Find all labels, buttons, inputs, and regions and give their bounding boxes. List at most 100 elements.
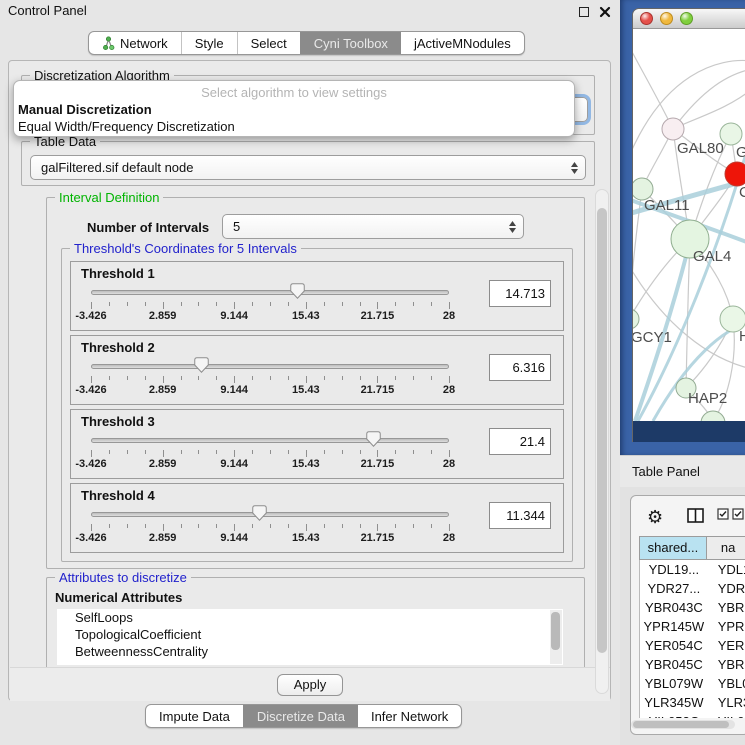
threshold-slider-track[interactable]	[91, 438, 449, 443]
network-edge[interactable]	[673, 69, 745, 129]
attribute-item[interactable]: TopologicalCoefficient	[57, 626, 563, 643]
network-edge[interactable]	[633, 44, 673, 129]
network-window-titlebar	[633, 9, 745, 29]
table-data-value: galFiltered.sif default node	[41, 160, 193, 175]
panel-scrollbar[interactable]	[595, 189, 609, 694]
cell-name[interactable]: YER05	[708, 636, 745, 655]
apply-bar: Apply	[10, 667, 610, 701]
hscrollbar-thumb[interactable]	[633, 721, 729, 728]
table-row[interactable]: YBL079W YBL07	[640, 674, 745, 693]
column-header-name[interactable]: na	[707, 536, 745, 560]
threshold-slider-track[interactable]	[91, 290, 449, 295]
table-row[interactable]: YDR27... YDR27	[640, 579, 745, 598]
network-node[interactable]	[633, 309, 639, 329]
threshold-slider-track[interactable]	[91, 364, 449, 369]
gear-icon[interactable]: ⚙	[647, 508, 663, 528]
attribute-item[interactable]: BetweennessCentrality	[57, 643, 563, 660]
cell-shared-name[interactable]: YIL052C	[640, 712, 708, 718]
group-label: Interval Definition	[55, 190, 163, 205]
table-row[interactable]: YBR045C YBR04	[640, 655, 745, 674]
intervals-value: 5	[233, 219, 240, 234]
cell-shared-name[interactable]: YER054C	[640, 636, 708, 655]
threshold-slider-thumb[interactable]	[252, 505, 267, 521]
numerical-attributes-list[interactable]: SelfLoopsTopologicalCoefficientBetweenne…	[57, 609, 563, 665]
cell-shared-name[interactable]: YBL079W	[640, 674, 708, 693]
tab-jactivemnodules[interactable]: jActiveMNodules	[401, 32, 524, 54]
threshold-label: Threshold 2	[81, 340, 155, 355]
desktop-background: GAL80GCGAL11GAL4GCY1HHAP2	[620, 0, 745, 455]
number-of-intervals-select[interactable]: 5	[222, 214, 524, 239]
table-row[interactable]: YIL052C YIL05	[640, 712, 745, 718]
threshold-slider-track[interactable]	[91, 512, 449, 517]
split-columns-icon[interactable]	[687, 508, 704, 523]
threshold-slider-thumb[interactable]	[194, 357, 209, 373]
checkbox-icon[interactable]	[717, 508, 729, 520]
cell-name[interactable]: YPR14	[708, 617, 745, 636]
tab-impute-data[interactable]: Impute Data	[146, 705, 243, 727]
cell-shared-name[interactable]: YBR043C	[640, 598, 708, 617]
close-icon[interactable]	[599, 6, 611, 18]
table-row[interactable]: YDL19... YDL19	[640, 560, 745, 579]
cell-name[interactable]: YDR27	[708, 579, 745, 598]
interval-definition-group: Interval Definition Number of Intervals …	[46, 197, 585, 569]
table-row[interactable]: YER054C YER05	[640, 636, 745, 655]
cell-name[interactable]: YBR04	[708, 598, 745, 617]
cell-name[interactable]: YIL05	[708, 712, 745, 718]
threshold-value-field[interactable]: 6.316	[489, 354, 551, 381]
dropdown-option-equal-width[interactable]: Equal Width/Frequency Discretization	[14, 118, 574, 135]
cell-name[interactable]: YBL07	[708, 674, 745, 693]
threshold-label: Threshold 1	[81, 266, 155, 281]
table-row[interactable]: YLR345W YLR34	[640, 693, 745, 712]
zoom-traffic-light[interactable]	[680, 12, 693, 25]
tab-discretize-data[interactable]: Discretize Data	[243, 705, 358, 727]
table-data-select[interactable]: galFiltered.sif default node	[30, 155, 586, 180]
table-header-row: shared... na	[639, 536, 745, 560]
tab-cyni-toolbox[interactable]: Cyni Toolbox	[300, 32, 401, 54]
threshold-value-field[interactable]: 21.4	[489, 428, 551, 455]
cell-name[interactable]: YDL19	[708, 560, 745, 579]
top-tab-bar: Network Style Select Cyni Toolbox jActiv…	[88, 31, 525, 55]
scrollbar-thumb[interactable]	[597, 208, 607, 653]
threshold-slider-thumb[interactable]	[290, 283, 305, 299]
table-row[interactable]: YPR145W YPR14	[640, 617, 745, 636]
apply-button[interactable]: Apply	[277, 674, 343, 696]
network-node[interactable]	[725, 162, 745, 186]
cell-shared-name[interactable]: YBR045C	[640, 655, 708, 674]
attribute-item[interactable]: SelfLoops	[57, 609, 563, 626]
cell-shared-name[interactable]: YPR145W	[640, 617, 708, 636]
threshold-slider-thumb[interactable]	[366, 431, 381, 447]
attributes-group: Attributes to discretize Numerical Attri…	[46, 577, 585, 669]
cell-name[interactable]: YLR34	[708, 693, 745, 712]
cell-name[interactable]: YBR04	[708, 655, 745, 674]
network-node[interactable]	[701, 411, 725, 421]
checkbox-icon[interactable]	[732, 508, 744, 520]
minimize-traffic-light[interactable]	[660, 12, 673, 25]
tab-network[interactable]: Network	[89, 32, 181, 54]
network-canvas-svg[interactable]: GAL80GCGAL11GAL4GCY1HHAP2	[633, 29, 745, 421]
tab-style[interactable]: Style	[181, 32, 237, 54]
network-canvas[interactable]: GAL80GCGAL11GAL4GCY1HHAP2	[633, 29, 745, 421]
cell-shared-name[interactable]: YLR345W	[640, 693, 708, 712]
column-header-shared-name[interactable]: shared...	[639, 536, 707, 560]
tab-infer-network[interactable]: Infer Network	[358, 705, 461, 727]
list-scrollbar[interactable]	[550, 610, 562, 664]
table-rows: YDL19... YDL19 YDR27... YDR27 YBR043C YB…	[639, 560, 745, 718]
threshold-panel: Threshold 2 -3.4262.8599.14415.4321.7152…	[70, 335, 564, 405]
thresholds-group: Threshold's Coordinates for 5 Intervals …	[61, 248, 573, 562]
table-row[interactable]: YBR043C YBR04	[640, 598, 745, 617]
cell-shared-name[interactable]: YDR27...	[640, 579, 708, 598]
dropdown-option-manual[interactable]: Manual Discretization	[14, 101, 574, 118]
float-window-icon[interactable]	[579, 7, 589, 17]
number-of-intervals-label: Number of Intervals	[87, 220, 209, 235]
threshold-value-field[interactable]: 14.713	[489, 280, 551, 307]
dropdown-placeholder: Select algorithm to view settings	[14, 84, 574, 101]
cell-shared-name[interactable]: YDL19...	[640, 560, 708, 579]
control-panel-window: Control Panel Network Style Select Cyni …	[0, 0, 620, 745]
threshold-value-field[interactable]: 11.344	[489, 502, 551, 529]
close-traffic-light[interactable]	[640, 12, 653, 25]
tab-select[interactable]: Select	[237, 32, 300, 54]
table-hscrollbar[interactable]	[631, 720, 735, 729]
tab-label: Network	[120, 36, 168, 51]
node-label: C	[739, 184, 745, 201]
network-node[interactable]	[662, 118, 684, 140]
